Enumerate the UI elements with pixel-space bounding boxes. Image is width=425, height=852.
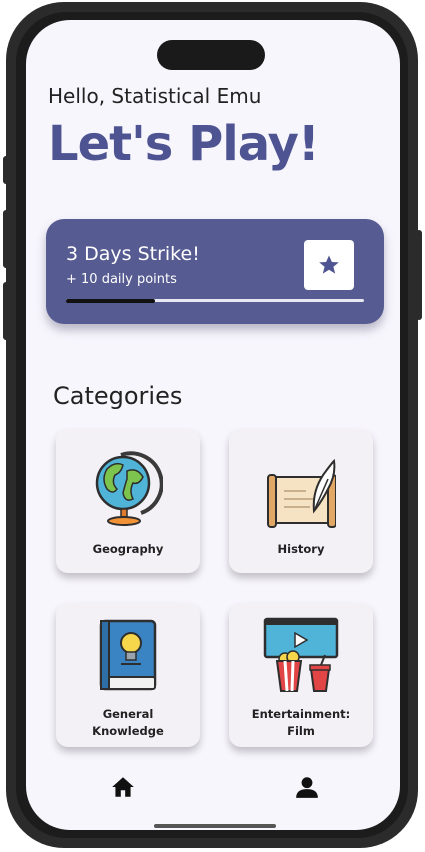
home-icon[interactable]: [110, 774, 136, 800]
category-card-history[interactable]: History: [229, 429, 373, 573]
category-label-line2: Knowledge: [92, 724, 164, 738]
category-label-line2: Film: [287, 724, 315, 738]
phone-volume-up: [3, 210, 9, 268]
phone-silent-switch: [3, 156, 9, 184]
category-label-line1: General: [102, 707, 154, 721]
category-card-entertainment-film[interactable]: Entertainment: Film: [229, 603, 373, 747]
profile-icon[interactable]: [294, 774, 320, 800]
streak-star-button[interactable]: [304, 240, 354, 290]
movie-popcorn-icon: [263, 617, 339, 692]
streak-progress-fill: [66, 298, 156, 303]
book-lightbulb-icon: [99, 619, 157, 691]
star-icon: [319, 255, 339, 274]
streak-progress-bar: [66, 298, 364, 303]
page-title: Let's Play!: [48, 116, 320, 172]
streak-card[interactable]: 3 Days Strike! + 10 daily points: [46, 219, 384, 324]
categories-heading: Categories: [53, 382, 183, 410]
phone-power-button: [416, 230, 422, 320]
category-card-general-knowledge[interactable]: General Knowledge: [56, 603, 200, 747]
streak-title: 3 Days Strike!: [66, 243, 200, 265]
home-indicator: [154, 824, 276, 828]
category-label: History: [277, 542, 325, 556]
phone-volume-down: [3, 282, 9, 340]
category-card-geography[interactable]: Geography: [56, 429, 200, 573]
scroll-quill-icon: [267, 458, 336, 528]
streak-subtitle: + 10 daily points: [66, 272, 177, 287]
category-label: Geography: [92, 542, 164, 556]
bottom-navigation: [26, 760, 400, 830]
globe-icon: [95, 451, 163, 526]
greeting-text: Hello, Statistical Emu: [48, 84, 262, 108]
dynamic-island: [157, 40, 265, 70]
app-screen: Hello, Statistical Emu Let's Play! 3 Day…: [26, 20, 400, 830]
category-label-line1: Entertainment:: [251, 707, 351, 721]
